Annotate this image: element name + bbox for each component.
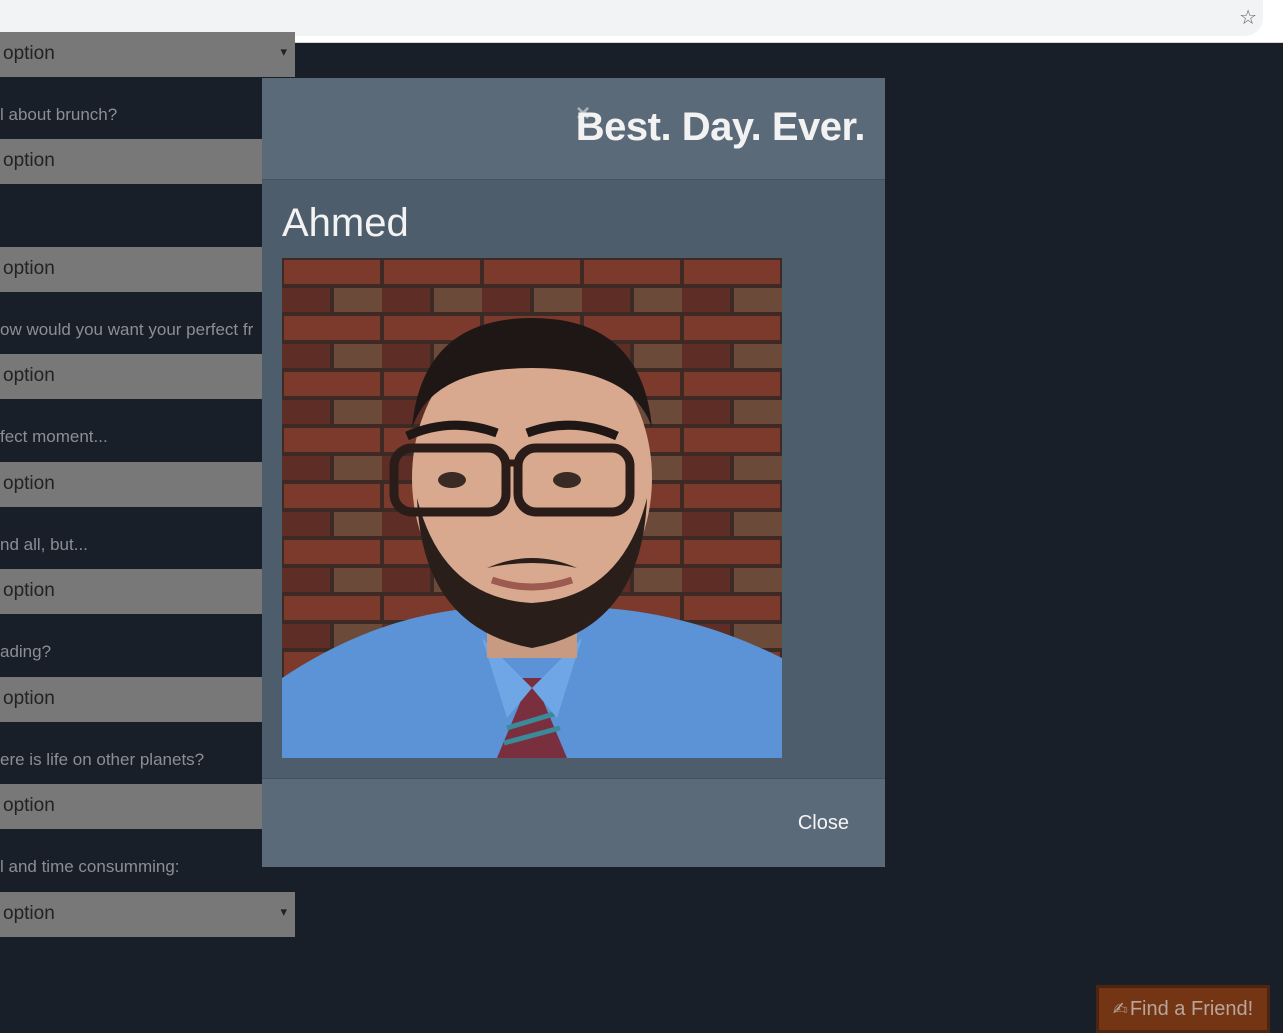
select-value: option xyxy=(3,688,55,709)
portrait-image xyxy=(282,258,782,758)
question-3-select[interactable]: option xyxy=(0,247,295,292)
question-1-select[interactable]: option ▾ xyxy=(0,32,295,77)
select-value: option xyxy=(3,150,55,171)
modal-title: Best. Day. Ever. xyxy=(575,105,866,149)
question-8-label: ere is life on other planets? xyxy=(0,750,205,769)
question-6-label: nd all, but... xyxy=(0,535,88,554)
question-5-select[interactable]: option xyxy=(0,462,295,507)
modal-header: × Best. Day. Ever. xyxy=(262,78,885,180)
select-value: option xyxy=(3,580,55,601)
match-modal: × Best. Day. Ever. Ahmed Close xyxy=(262,78,885,867)
friend-name: Ahmed xyxy=(282,201,409,245)
question-2-label: l about brunch? xyxy=(0,105,118,124)
select-value: option xyxy=(3,473,55,494)
chevron-down-icon: ▾ xyxy=(280,44,287,59)
select-value: option xyxy=(3,365,55,386)
select-value: option xyxy=(3,258,55,279)
find-friend-label: Find a Friend! xyxy=(1129,997,1254,1020)
select-value: option xyxy=(3,43,55,64)
question-9-label: l and time consumming: xyxy=(0,857,180,876)
star-icon[interactable]: ☆ xyxy=(1239,5,1257,30)
find-friend-button[interactable]: ✍ Find a Friend! xyxy=(1096,985,1270,1033)
chevron-down-icon: ▾ xyxy=(280,904,287,919)
fire-icon: ✍ xyxy=(1112,998,1128,1019)
select-value: option xyxy=(3,795,55,816)
address-bar[interactable]: y xyxy=(0,0,1263,36)
close-button[interactable]: Close xyxy=(798,812,849,835)
select-value: option xyxy=(3,903,55,924)
question-6-select[interactable]: option xyxy=(0,569,295,614)
question-8-select[interactable]: option xyxy=(0,784,295,829)
question-4-label: ow would you want your perfect fr xyxy=(0,320,254,339)
question-9-select[interactable]: option ▾ xyxy=(0,892,295,937)
friend-photo xyxy=(282,258,782,758)
question-7-label: ading? xyxy=(0,642,52,661)
modal-footer: Close xyxy=(262,778,885,867)
question-7-select[interactable]: option xyxy=(0,677,295,722)
question-4-select[interactable]: option xyxy=(0,354,295,399)
question-2-select[interactable]: option xyxy=(0,139,295,184)
question-5-label: fect moment... xyxy=(0,427,108,446)
